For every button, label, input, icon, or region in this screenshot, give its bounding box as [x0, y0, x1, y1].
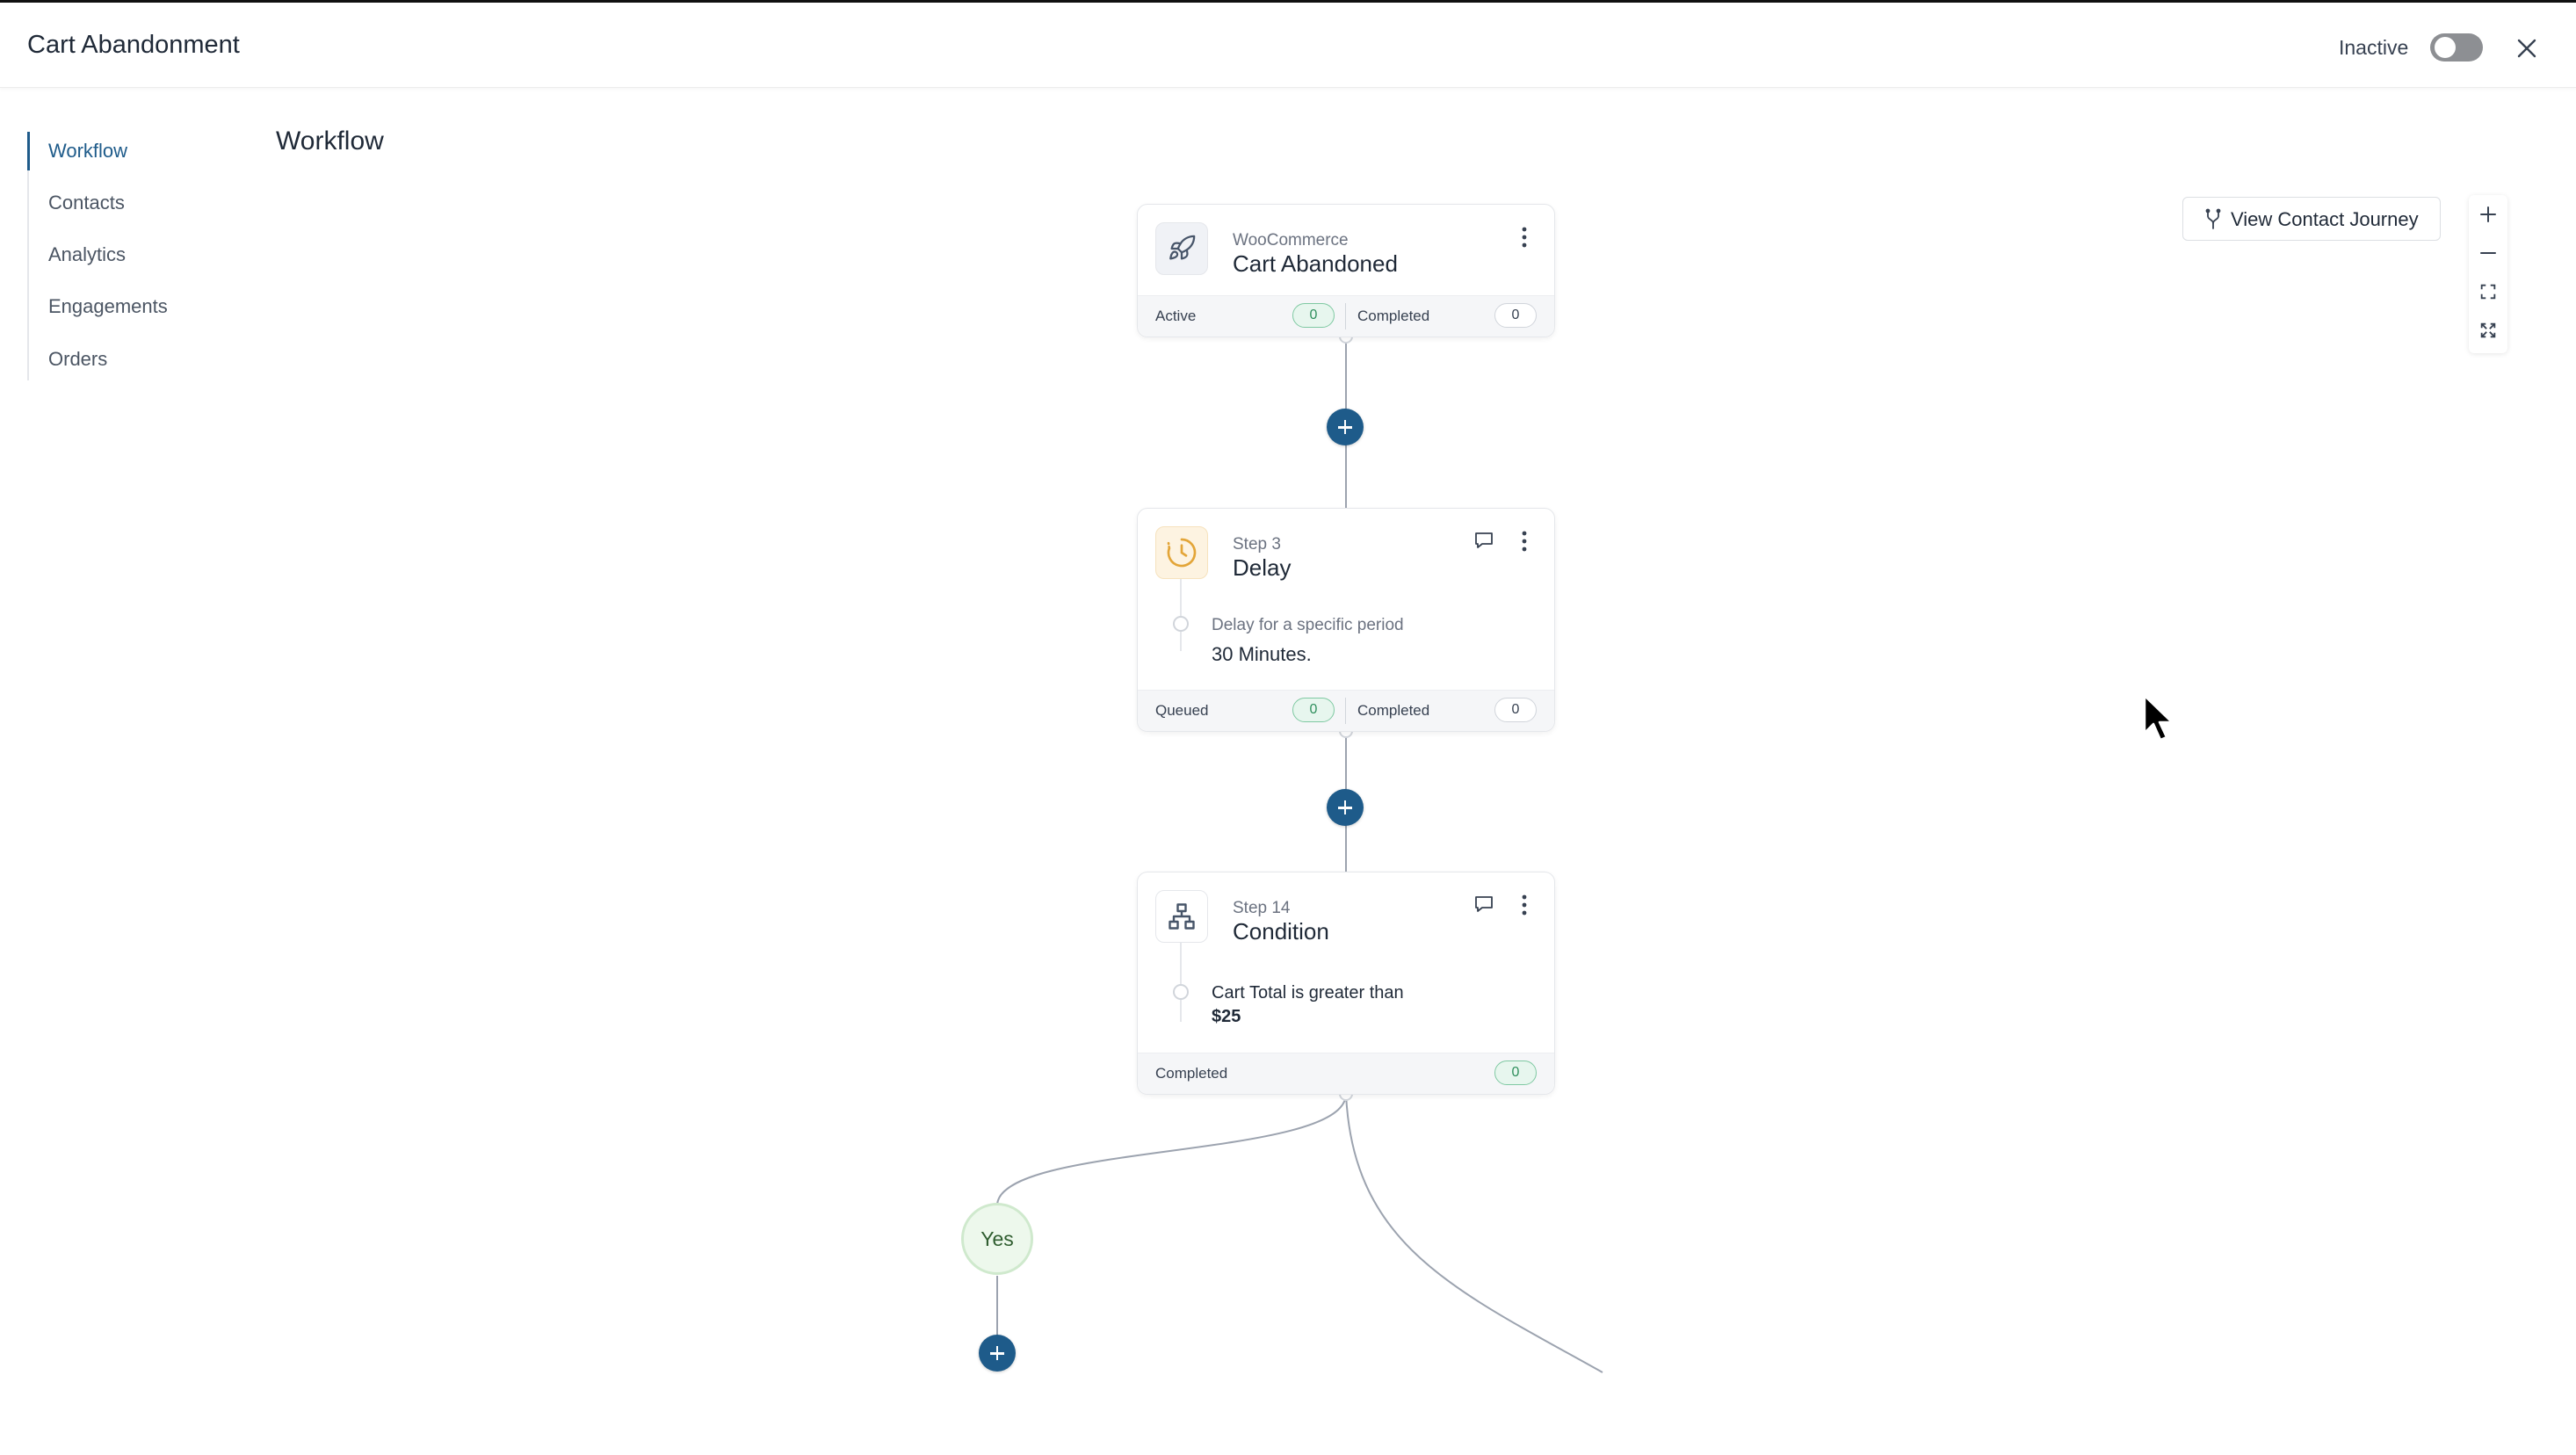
add-step-button[interactable] [1327, 789, 1364, 826]
zoom-in-button[interactable] [2469, 195, 2507, 234]
node-title: Delay [1233, 554, 1292, 581]
comment-icon[interactable] [1472, 528, 1496, 553]
completed-count-badge: 0 [1494, 1060, 1537, 1085]
condition-node[interactable]: Step 14 Condition Cart Total is greater … [1137, 872, 1555, 1095]
node-title: Cart Abandoned [1233, 250, 1398, 277]
node-footer: Queued 0 Completed 0 [1138, 690, 1554, 731]
more-vertical-icon[interactable] [1514, 528, 1535, 554]
view-contact-journey-button[interactable]: View Contact Journey [2182, 197, 2441, 241]
detail-line [1180, 579, 1182, 651]
zoom-out-button[interactable] [2469, 234, 2507, 272]
rocket-icon [1155, 222, 1208, 275]
active-count-badge: 0 [1292, 303, 1335, 328]
yes-branch-node[interactable]: Yes [961, 1203, 1033, 1275]
node-subtitle: WooCommerce [1233, 231, 1349, 250]
trigger-node[interactable]: WooCommerce Cart Abandoned Active 0 Comp… [1137, 204, 1555, 337]
detail-line [1180, 943, 1182, 1022]
completed-label: Completed [1357, 308, 1430, 324]
node-title: Condition [1233, 918, 1329, 945]
add-step-button[interactable] [1327, 409, 1364, 445]
node-footer: Completed 0 [1138, 1053, 1554, 1094]
completed-label: Completed [1357, 702, 1430, 719]
connector-yes-branch [996, 1093, 1347, 1205]
plus-icon [2480, 206, 2496, 222]
comment-icon[interactable] [1472, 892, 1496, 916]
add-step-button[interactable] [979, 1335, 1016, 1372]
fit-view-icon [2480, 284, 2496, 300]
completed-count-badge: 0 [1494, 698, 1537, 722]
queued-count-badge: 0 [1292, 698, 1335, 722]
zoom-controls [2469, 195, 2507, 353]
delay-node[interactable]: Step 3 Delay Delay for a specific period… [1137, 508, 1555, 732]
node-subtitle: Step 3 [1233, 535, 1281, 554]
hierarchy-icon [1155, 890, 1208, 943]
delay-value: 30 Minutes. [1212, 643, 1312, 665]
footer-divider [1345, 698, 1346, 724]
node-footer: Active 0 Completed 0 [1138, 295, 1554, 337]
condition-description: Cart Total is greater than [1212, 983, 1404, 1003]
minus-icon [2480, 252, 2496, 254]
more-vertical-icon[interactable] [1514, 892, 1535, 918]
fullscreen-button[interactable] [2469, 311, 2507, 350]
detail-dot [1173, 984, 1189, 1000]
footer-divider [1345, 303, 1346, 329]
mouse-cursor-icon [2143, 694, 2174, 742]
clock-icon [1155, 526, 1208, 579]
delay-description: Delay for a specific period [1212, 616, 1404, 634]
fit-view-button[interactable] [2469, 272, 2507, 311]
completed-count-badge: 0 [1494, 303, 1537, 328]
detail-dot [1173, 616, 1189, 632]
more-vertical-icon[interactable] [1514, 224, 1535, 250]
branch-icon [2205, 208, 2221, 229]
connector-no-branch [1345, 1093, 1603, 1373]
condition-value: $25 [1212, 1007, 1241, 1026]
view-contact-journey-label: View Contact Journey [2231, 208, 2419, 230]
active-label: Active [1155, 308, 1197, 324]
completed-label: Completed [1155, 1065, 1228, 1082]
node-subtitle: Step 14 [1233, 899, 1291, 917]
fullscreen-icon [2480, 322, 2496, 338]
queued-label: Queued [1155, 702, 1209, 719]
